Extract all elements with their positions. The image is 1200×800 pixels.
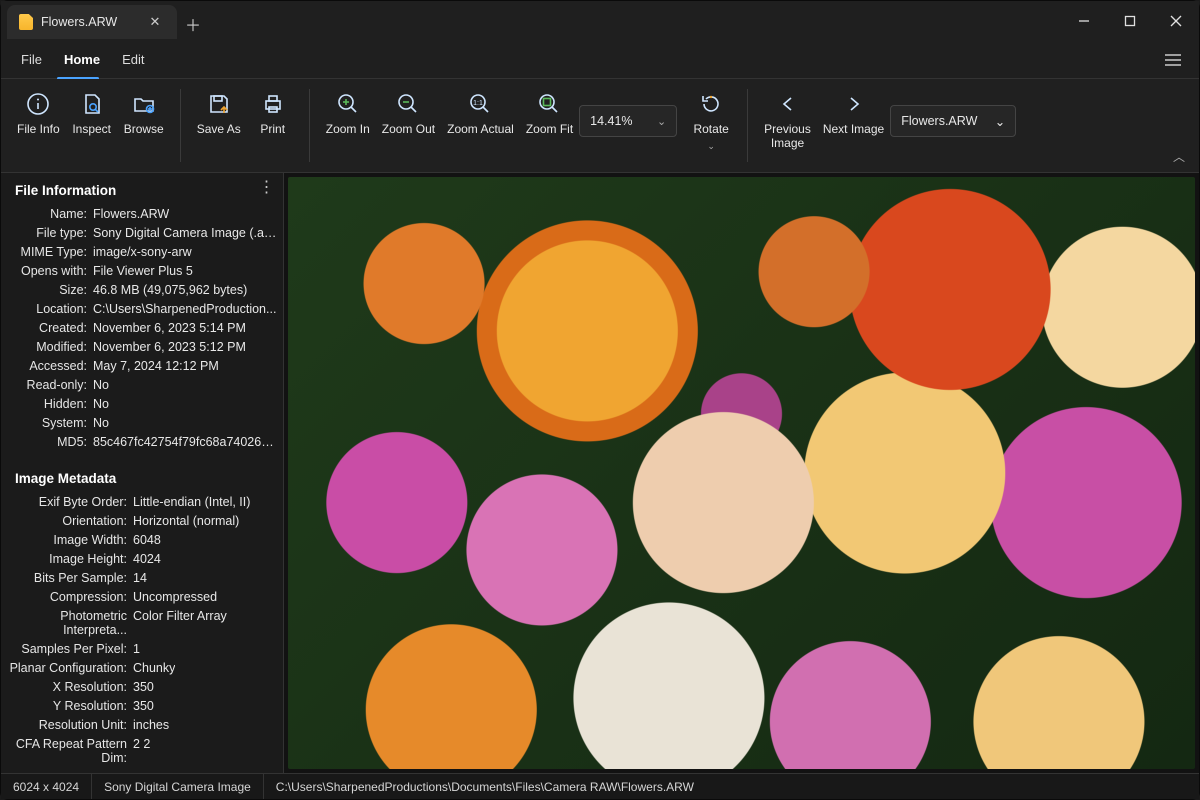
zoom-in-button[interactable]: Zoom In: [320, 87, 376, 141]
document-tab[interactable]: Flowers.ARW ✕: [7, 5, 177, 39]
chevron-right-icon: [841, 91, 867, 117]
collapse-ribbon-icon[interactable]: ︿: [1169, 146, 1189, 166]
zoom-out-icon: [395, 91, 421, 117]
info-row: Image Height:4024: [1, 549, 283, 568]
zoom-out-button[interactable]: Zoom Out: [376, 87, 441, 141]
ribbon-toolbar: File Info Inspect Browse Save As Print: [1, 79, 1199, 173]
browse-button[interactable]: Browse: [118, 87, 170, 141]
tab-title: Flowers.ARW: [41, 15, 139, 29]
info-row: System:No: [1, 413, 283, 432]
status-path: C:\Users\SharpenedProductions\Documents\…: [264, 774, 706, 799]
zoom-level-select[interactable]: 14.41% ⌄: [579, 105, 677, 137]
status-bar: 6024 x 4024 Sony Digital Camera Image C:…: [1, 773, 1199, 799]
info-row: Compression:Uncompressed: [1, 587, 283, 606]
hamburger-menu-icon[interactable]: [1157, 44, 1189, 76]
info-row: Planar Configuration:Chunky: [1, 658, 283, 677]
menu-home[interactable]: Home: [54, 48, 110, 71]
info-row: MIME Type:image/x-sony-arw: [1, 242, 283, 261]
titlebar: Flowers.ARW ✕ ＋: [1, 1, 1199, 41]
app-window: Flowers.ARW ✕ ＋ File Home Edit File Info: [0, 0, 1200, 800]
info-row: X Resolution:350: [1, 677, 283, 696]
zoom-value: 14.41%: [590, 114, 632, 128]
inspect-button[interactable]: Inspect: [66, 87, 118, 141]
info-row: Resolution Unit:inches: [1, 715, 283, 734]
info-row: Orientation:Horizontal (normal): [1, 511, 283, 530]
file-info-button[interactable]: File Info: [11, 87, 66, 141]
chevron-down-icon: ⌄: [707, 141, 715, 152]
save-icon: [206, 91, 232, 117]
rotate-icon: [698, 91, 724, 117]
image-metadata-heading: Image Metadata: [1, 461, 283, 492]
panel-menu-icon[interactable]: ⋮: [257, 177, 277, 197]
info-row: Samples Per Pixel:1: [1, 639, 283, 658]
close-window-button[interactable]: [1153, 1, 1199, 41]
info-row: Accessed:May 7, 2024 12:12 PM: [1, 356, 283, 375]
close-tab-icon[interactable]: ✕: [147, 14, 163, 30]
minimize-button[interactable]: [1061, 1, 1107, 41]
info-row: Opens with:File Viewer Plus 5: [1, 261, 283, 280]
info-row: Hidden:No: [1, 394, 283, 413]
zoom-in-icon: [335, 91, 361, 117]
status-dimensions: 6024 x 4024: [1, 774, 92, 799]
menu-edit[interactable]: Edit: [112, 48, 154, 71]
zoom-actual-button[interactable]: 1:1 Zoom Actual: [441, 87, 520, 141]
image-select-value: Flowers.ARW: [901, 114, 977, 128]
maximize-button[interactable]: [1107, 1, 1153, 41]
print-button[interactable]: Print: [247, 87, 299, 141]
info-panel: ⋮ File Information Name:Flowers.ARW File…: [1, 173, 284, 773]
main-body: ⋮ File Information Name:Flowers.ARW File…: [1, 173, 1199, 773]
svg-text:1:1: 1:1: [474, 100, 484, 107]
info-row: Modified:November 6, 2023 5:12 PM: [1, 337, 283, 356]
menu-file[interactable]: File: [11, 48, 52, 71]
info-row: Bits Per Sample:14: [1, 568, 283, 587]
info-row: CFA Repeat Pattern Dim:2 2: [1, 734, 283, 767]
zoom-actual-icon: 1:1: [467, 91, 493, 117]
save-as-button[interactable]: Save As: [191, 87, 247, 141]
panel-scroll[interactable]: File Information Name:Flowers.ARW File t…: [1, 173, 283, 773]
info-row: Name:Flowers.ARW: [1, 204, 283, 223]
zoom-fit-icon: [536, 91, 562, 117]
info-row: Photometric Interpreta...Color Filter Ar…: [1, 606, 283, 639]
image-canvas: [288, 177, 1195, 769]
file-information-heading: File Information: [1, 173, 283, 204]
info-row: MD5:85c467fc42754f79fc68a74026a6c...: [1, 432, 283, 451]
chevron-left-icon: [775, 91, 801, 117]
info-row: Image Width:6048: [1, 530, 283, 549]
folder-icon: [131, 91, 157, 117]
zoom-fit-button[interactable]: Zoom Fit: [520, 87, 579, 141]
previous-image-button[interactable]: Previous Image: [758, 87, 817, 155]
rotate-button[interactable]: Rotate ⌄: [685, 87, 737, 156]
info-row: Y Resolution:350: [1, 696, 283, 715]
chevron-down-icon: ⌄: [657, 115, 666, 128]
info-row: Created:November 6, 2023 5:14 PM: [1, 318, 283, 337]
info-row: Location:C:\Users\SharpenedProduction...: [1, 299, 283, 318]
new-tab-button[interactable]: ＋: [177, 7, 209, 41]
info-row: Exif Byte Order:Little-endian (Intel, II…: [1, 492, 283, 511]
print-icon: [260, 91, 286, 117]
inspect-icon: [79, 91, 105, 117]
info-row: Size:46.8 MB (49,075,962 bytes): [1, 280, 283, 299]
window-controls: [1061, 1, 1199, 41]
info-row: File type:Sony Digital Camera Image (.ar…: [1, 223, 283, 242]
document-icon: [19, 14, 33, 30]
status-filetype: Sony Digital Camera Image: [92, 774, 264, 799]
info-row: Read-only:No: [1, 375, 283, 394]
menubar: File Home Edit: [1, 41, 1199, 79]
image-select-dropdown[interactable]: Flowers.ARW ⌄: [890, 105, 1016, 137]
info-icon: [25, 91, 51, 117]
chevron-down-icon: ⌄: [995, 114, 1005, 129]
image-viewer[interactable]: [284, 173, 1199, 773]
next-image-button[interactable]: Next Image: [817, 87, 890, 141]
